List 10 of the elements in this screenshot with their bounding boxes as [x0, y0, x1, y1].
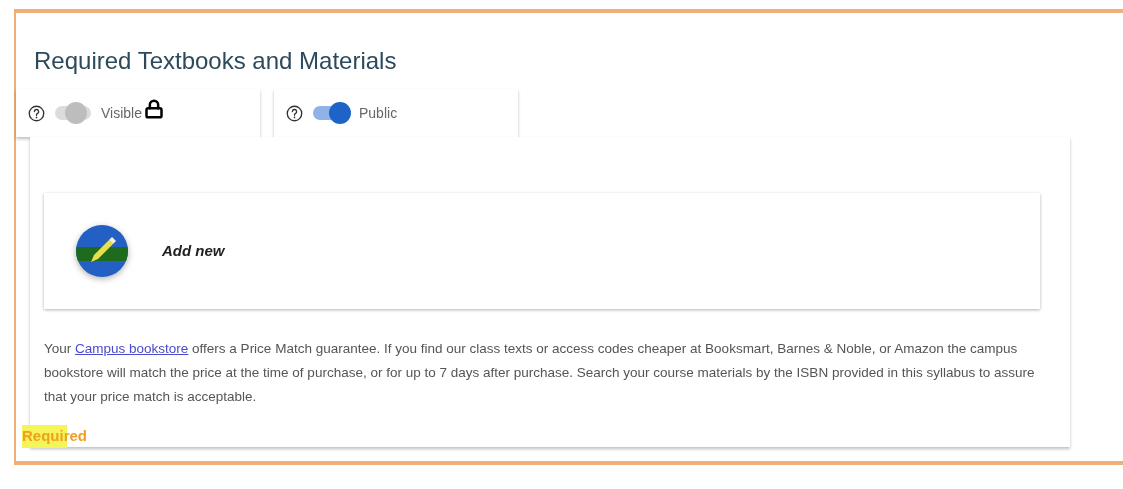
add-new-card[interactable]: Add new [44, 193, 1040, 309]
add-new-label: Add new [162, 240, 225, 261]
section-title: Required Textbooks and Materials [34, 46, 397, 76]
price-match-notice: Your Campus bookstore offers a Price Match guarantee. If you find our class texts or access codes cheaper at Booksmart, Barnes & Noble, or Amazon the campus bookstore will match the price at the time of purchase, or for up to 7 days after purchase. Search your course materials by the ISBN provided in this syllabus to assure that your price match is acceptable. [44, 340, 1036, 406]
toggle-label: Public [359, 103, 398, 123]
toggle-label: Visible [101, 103, 142, 123]
pencil-icon [76, 225, 128, 277]
help-icon[interactable] [28, 104, 45, 122]
help-icon[interactable] [286, 104, 303, 122]
bookstore-link[interactable]: Campus bookstore [75, 341, 189, 356]
